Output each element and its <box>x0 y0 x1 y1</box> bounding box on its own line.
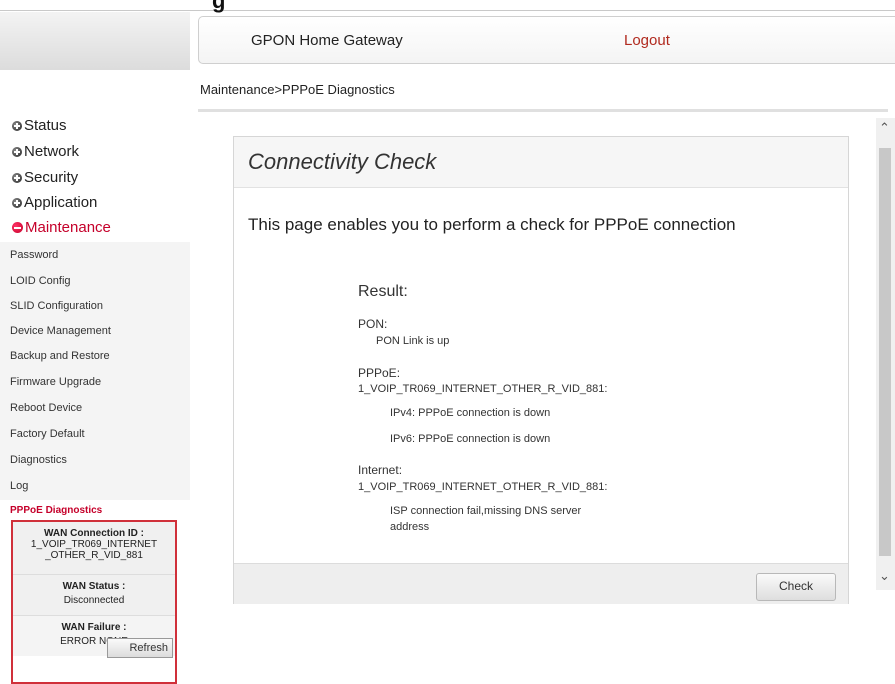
connectivity-panel: Connectivity Check This page enables you… <box>233 136 849 604</box>
expand-icon <box>12 146 22 157</box>
menu-network[interactable]: Network <box>12 143 79 160</box>
sidebar-item-device-management[interactable]: Device Management <box>10 325 111 337</box>
menu-label: Maintenance <box>25 219 111 236</box>
panel-title: Connectivity Check <box>248 149 437 174</box>
sidebar-item-loid-config[interactable]: LOID Config <box>10 275 71 287</box>
sidebar-item-password[interactable]: Password <box>10 249 58 261</box>
top-strip <box>0 0 895 11</box>
wan-failure-label: WAN Failure : <box>61 622 127 633</box>
pon-label: PON: <box>358 317 388 331</box>
refresh-button[interactable]: Refresh <box>107 638 173 658</box>
breadcrumb: Maintenance>PPPoE Diagnostics <box>200 82 395 97</box>
pppoe-label: PPPoE: <box>358 366 401 380</box>
expand-icon <box>12 120 22 131</box>
logout-link[interactable]: Logout <box>624 32 670 49</box>
menu-security[interactable]: Security <box>12 169 78 186</box>
divider <box>198 109 888 112</box>
expand-icon <box>12 172 22 183</box>
wan-status-value: Disconnected <box>63 595 125 606</box>
menu-label: Status <box>24 117 67 134</box>
menu-label: Network <box>24 143 80 160</box>
ipv6-status: IPv6: PPPoE connection is down <box>390 433 551 445</box>
scroll-down-icon[interactable]: ⌄ <box>879 568 890 584</box>
sidebar-item-factory-default[interactable]: Factory Default <box>10 428 85 440</box>
ipv4-status: IPv4: PPPoE connection is down <box>390 407 551 419</box>
panel-footer: Check <box>234 563 848 604</box>
logo-area <box>0 12 190 70</box>
menu-status[interactable]: Status <box>12 117 67 134</box>
sidebar-item-log[interactable]: Log <box>10 480 28 492</box>
wan-status-section: WAN Status : Disconnected <box>13 575 175 616</box>
panel-description: This page enables you to perform a check… <box>248 215 736 234</box>
scrollbar[interactable]: ⌃ ⌄ <box>876 118 895 590</box>
panel-header: Connectivity Check <box>234 137 848 188</box>
sidebar-item-pppoe-diagnostics[interactable]: PPPoE Diagnostics <box>10 505 102 516</box>
internet-label: Internet: <box>358 463 403 477</box>
wan-connection-id-label: WAN Connection ID : <box>44 528 144 539</box>
app-title: GPON Home Gateway <box>251 32 403 49</box>
scroll-thumb[interactable] <box>879 148 891 556</box>
menu-application[interactable]: Application <box>12 194 97 211</box>
wan-status-label: WAN Status : <box>62 581 126 592</box>
wan-connection-id-line2: _OTHER_R_VID_881 <box>45 550 143 561</box>
sidebar-item-slid-configuration[interactable]: SLID Configuration <box>10 300 103 312</box>
isp-status-line1: ISP connection fail,missing DNS server <box>390 505 582 517</box>
isp-status-line2: address <box>390 521 430 533</box>
menu-label: Security <box>24 169 79 186</box>
check-button[interactable]: Check <box>756 573 836 601</box>
scroll-up-icon[interactable]: ⌃ <box>879 120 890 136</box>
header-bar: GPON Home Gateway Logout <box>198 16 895 64</box>
expand-icon <box>12 197 22 208</box>
menu-maintenance[interactable]: Maintenance <box>12 219 111 236</box>
pon-status: PON Link is up <box>376 335 450 347</box>
sidebar-item-firmware-upgrade[interactable]: Firmware Upgrade <box>10 376 101 388</box>
cutoff-heading: g <box>212 0 226 13</box>
sidebar-item-diagnostics[interactable]: Diagnostics <box>10 454 67 466</box>
result-label: Result: <box>358 283 408 300</box>
wan-connection-id-line1: 1_VOIP_TR069_INTERNET <box>30 539 158 550</box>
sidebar-item-backup-restore[interactable]: Backup and Restore <box>10 350 110 362</box>
sidebar-item-reboot-device[interactable]: Reboot Device <box>10 402 82 414</box>
wan-info-box: WAN Connection ID : 1_VOIP_TR069_INTERNE… <box>11 520 177 684</box>
pppoe-connection: 1_VOIP_TR069_INTERNET_OTHER_R_VID_881: <box>358 383 608 395</box>
collapse-icon <box>12 222 23 233</box>
internet-connection: 1_VOIP_TR069_INTERNET_OTHER_R_VID_881: <box>358 481 608 493</box>
wan-connection-section: WAN Connection ID : 1_VOIP_TR069_INTERNE… <box>13 522 175 575</box>
menu-label: Application <box>24 194 98 211</box>
